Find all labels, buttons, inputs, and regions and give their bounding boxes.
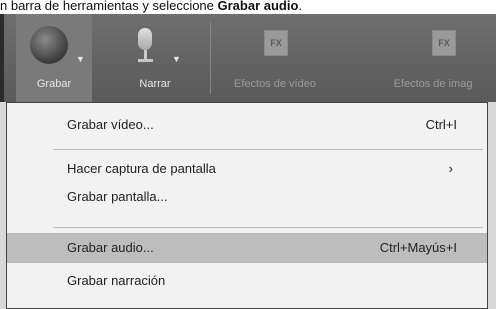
app-screenshot: ▼ Grabar ▼ Narrar FX Efectos de vídeo FX… [0, 14, 496, 309]
menu-item-label: Hacer captura de pantalla [67, 161, 216, 176]
grabar-dropdown-menu: Grabar vídeo... Ctrl+I Hacer captura de … [6, 102, 488, 309]
instruction-bold-text: Grabar audio [217, 0, 299, 13]
menu-item-label: Grabar pantalla... [67, 189, 168, 204]
microphone-icon [138, 28, 152, 50]
menu-item-shortcut: Ctrl+Mayús+I [379, 240, 457, 255]
menu-item-grabar-narracion[interactable]: Grabar narración [7, 273, 487, 297]
menu-item-grabar-audio[interactable]: Grabar audio... Ctrl+Mayús+I [7, 233, 487, 263]
efectos-imagen-label: Efectos de imag [393, 78, 473, 90]
menu-item-label: Grabar narración [67, 273, 166, 288]
chevron-down-icon: ▼ [172, 54, 181, 64]
narrar-button[interactable]: ▼ Narrar [122, 14, 188, 102]
menu-item-hacer-captura[interactable]: Hacer captura de pantalla › [7, 161, 487, 185]
toolbar-divider [210, 22, 211, 94]
narrar-label: Narrar [139, 78, 171, 90]
efectos-video-label: Efectos de vídeo [234, 78, 316, 90]
microphone-base [138, 59, 153, 62]
instruction-suffix: . [298, 0, 303, 13]
efectos-imagen-button[interactable]: FX Efectos de imag [370, 14, 496, 102]
grabar-button[interactable]: ▼ Grabar [16, 14, 92, 102]
menu-item-grabar-video[interactable]: Grabar vídeo... Ctrl+I [7, 117, 487, 141]
grabar-label: Grabar [36, 78, 72, 90]
menu-item-grabar-pantalla[interactable]: Grabar pantalla... [7, 189, 487, 213]
instruction-caption: n barra de herramientas y seleccione Gra… [0, 0, 496, 14]
fx-image-icon: FX [432, 30, 456, 56]
menu-divider [53, 149, 483, 150]
menu-item-label: Grabar audio... [67, 240, 154, 255]
menu-item-shortcut: Ctrl+I [425, 117, 457, 132]
submenu-arrow-icon: › [448, 161, 453, 176]
fx-video-icon: FX [264, 30, 288, 56]
toolbar: ▼ Grabar ▼ Narrar FX Efectos de vídeo FX… [0, 14, 496, 102]
efectos-video-button[interactable]: FX Efectos de vídeo [220, 14, 330, 102]
record-orb-icon [30, 26, 68, 64]
instruction-text: n barra de herramientas y seleccione [0, 0, 214, 13]
menu-divider [53, 227, 483, 228]
microphone-stem [144, 50, 147, 59]
chevron-down-icon: ▼ [76, 54, 85, 64]
menu-item-label: Grabar vídeo... [67, 117, 154, 132]
